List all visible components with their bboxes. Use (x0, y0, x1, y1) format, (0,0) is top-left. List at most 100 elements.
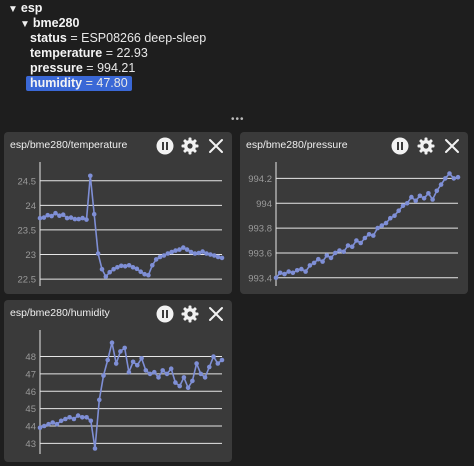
data-point (375, 225, 380, 231)
field-key: pressure (30, 61, 83, 75)
data-point (362, 235, 368, 241)
tree-field-status[interactable]: status = ESP08266 deep-sleep (30, 31, 206, 46)
data-point (67, 415, 72, 420)
y-tick-label: 23.5 (18, 225, 37, 236)
data-point (152, 369, 157, 375)
tree-field-humidity[interactable]: humidity = 47.80 (26, 76, 132, 91)
topic-tree: ▼ esp ▼ bme280 status = ESP08266 deep-slee… (0, 0, 474, 112)
data-point (147, 371, 153, 377)
data-point (219, 357, 225, 363)
data-point (105, 357, 110, 363)
data-point (211, 354, 216, 359)
data-point (177, 247, 182, 252)
data-point (138, 269, 143, 274)
gear-icon[interactable] (181, 305, 199, 323)
data-point (392, 213, 397, 218)
data-point (113, 361, 119, 366)
close-icon[interactable] (207, 137, 225, 155)
data-point (161, 253, 167, 258)
y-tick-label: 993.8 (248, 224, 272, 235)
data-point (107, 269, 112, 275)
field-key: humidity (30, 76, 83, 90)
data-point (173, 380, 178, 385)
data-point (177, 383, 182, 389)
data-point (88, 418, 94, 424)
data-point (101, 373, 106, 378)
data-point (92, 446, 98, 451)
data-point (438, 182, 444, 187)
y-tick-label: 994.2 (248, 174, 272, 185)
data-point (190, 378, 195, 384)
panel-title: esp/bme280/temperature (10, 139, 128, 151)
expand-arrow-icon[interactable]: ▼ (20, 19, 30, 30)
pane-splitter[interactable]: ••• (0, 115, 474, 125)
data-point (404, 201, 410, 206)
data-point (75, 413, 81, 418)
field-value: ESP08266 deep-sleep (81, 31, 207, 45)
chart-humidity: 43 44 45 46 47 48 (25, 330, 225, 454)
tree-node-esp[interactable]: ▼ esp (8, 1, 42, 17)
data-point (164, 371, 170, 377)
data-point (366, 232, 372, 237)
chart-panel-humidity: esp/bme280/humidity 43 44 45 46 47 48 (4, 300, 232, 462)
data-point (320, 259, 325, 264)
panel-title: esp/bme280/humidity (10, 307, 110, 319)
y-tick-label: 45 (25, 404, 36, 415)
pause-icon[interactable] (391, 137, 409, 155)
data-point (46, 421, 51, 427)
tree-node-bme280[interactable]: ▼ bme280 (20, 16, 79, 32)
data-point (388, 215, 393, 221)
data-point (84, 415, 89, 420)
chart-panel-temperature: esp/bme280/temperature 22.5 23 23.5 24 24.5 (4, 132, 232, 294)
tree-field-temperature[interactable]: temperature = 22.93 (30, 46, 148, 61)
data-point (204, 251, 209, 256)
data-point (215, 254, 221, 260)
expand-arrow-icon[interactable]: ▼ (8, 4, 18, 15)
data-point (294, 268, 300, 273)
data-point (443, 176, 448, 181)
field-value: 22.93 (116, 46, 148, 60)
data-point (118, 349, 123, 354)
data-point (41, 215, 47, 220)
data-point (181, 375, 187, 380)
gear-icon[interactable] (417, 137, 435, 155)
data-point (434, 188, 440, 194)
field-value: 994.21 (97, 61, 136, 75)
data-point (53, 210, 58, 216)
field-key: temperature (30, 46, 103, 60)
data-point (286, 269, 291, 274)
data-point (146, 272, 151, 278)
data-point (328, 255, 334, 261)
data-point (84, 217, 89, 222)
data-point (349, 244, 355, 249)
field-equals: = (86, 61, 94, 75)
data-point (333, 250, 338, 256)
pause-icon[interactable] (156, 137, 174, 155)
data-point (311, 260, 317, 266)
data-point (324, 253, 330, 258)
data-point (447, 171, 452, 176)
field-value: 47.80 (96, 76, 128, 90)
series-line (275, 172, 459, 279)
data-point (192, 251, 198, 256)
data-point (58, 418, 64, 424)
splitter-handle[interactable]: ••• (231, 115, 245, 125)
data-point (198, 371, 204, 377)
data-point (409, 194, 414, 200)
close-icon[interactable] (207, 305, 225, 323)
pause-icon[interactable] (156, 305, 174, 323)
data-point (63, 416, 68, 422)
data-point (413, 198, 418, 204)
data-point (202, 375, 208, 380)
data-point (97, 397, 102, 403)
series-line (39, 175, 223, 279)
data-point (379, 223, 385, 228)
tree-field-pressure[interactable]: pressure = 994.21 (30, 61, 135, 76)
chart-temperature: 22.5 23 23.5 24 24.5 (18, 162, 225, 286)
gear-icon[interactable] (181, 137, 199, 155)
data-point (273, 275, 279, 281)
close-icon[interactable] (443, 137, 461, 155)
data-point (135, 362, 140, 368)
data-point (451, 176, 457, 181)
data-point (219, 255, 225, 261)
